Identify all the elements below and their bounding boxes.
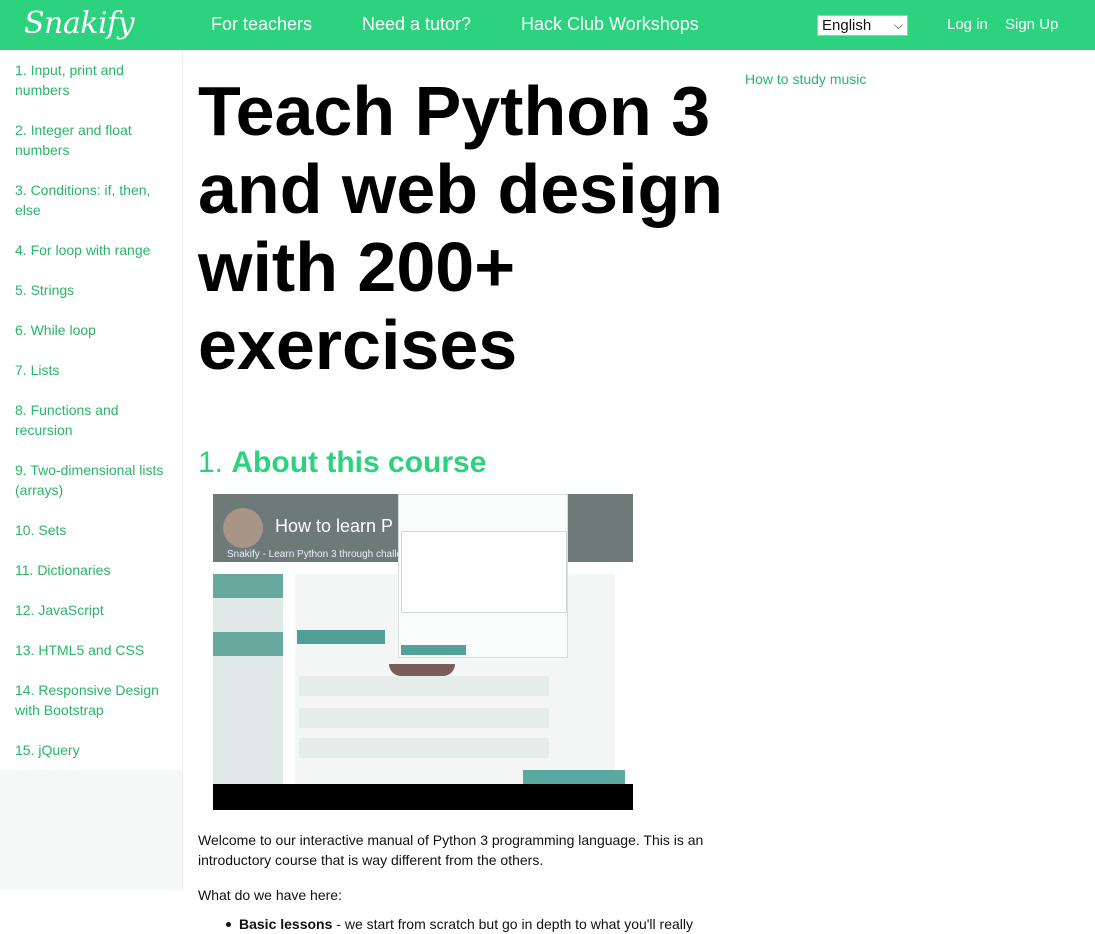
video-test-row [299,676,549,696]
video-sidebar-selected-item [213,632,283,656]
sidebar-item-conditions[interactable]: 3. Conditions: if, then, else [15,180,175,220]
video-help-button-graphic [523,770,625,784]
video-screen-sidebar [213,574,283,784]
video-overlay-button-graphic [401,645,466,655]
bullet-text: - we start from scratch but go in depth … [332,916,693,932]
video-code-overlay [398,494,568,658]
sidebar-item-integer-float[interactable]: 2. Integer and float numbers [15,120,175,160]
sidebar-item-2d-lists[interactable]: 9. Two-dimensional lists (arrays) [15,460,175,500]
video-check-button-graphic [297,630,385,644]
bullet-bold: Basic lessons [239,916,333,932]
sidebar-item-strings[interactable]: 5. Strings [15,280,175,300]
video-cursor-graphic [389,664,455,676]
video-bottom-bar [213,784,633,810]
sidebar-item-lists[interactable]: 7. Lists [15,360,175,380]
sidebar-item-functions[interactable]: 8. Functions and recursion [15,400,175,440]
bullet-dot [226,922,231,927]
sidebar-item-dictionaries[interactable]: 11. Dictionaries [15,560,175,580]
sidebar-item-javascript[interactable]: 12. JavaScript [15,600,175,620]
signup-link[interactable]: Sign Up [1005,16,1058,33]
login-link[interactable]: Log in [947,16,988,33]
snakify-logo[interactable]: Snakify [24,4,135,44]
sidebar-item-for-loop[interactable]: 4. For loop with range [15,240,175,260]
intro-paragraph: Welcome to our interactive manual of Pyt… [198,832,704,868]
video-test-row [299,738,549,758]
video-thumbnail[interactable]: How to learn P Snakify - Learn Python 3 … [213,494,633,810]
video-sidebar-active-item [213,574,283,598]
video-test-row [299,708,549,728]
language-select[interactable]: English ⌵ [817,15,908,36]
nav-for-teachers[interactable]: For teachers [211,14,312,35]
list-item: Basic lessons - we start from scratch bu… [226,914,693,934]
nav-need-a-tutor[interactable]: Need a tutor? [362,14,471,35]
section-title: About this course [231,446,487,479]
nav-hack-club-workshops[interactable]: Hack Club Workshops [521,14,699,35]
sidebar-item-html5-css[interactable]: 13. HTML5 and CSS [15,640,175,660]
section-number: 1. [198,446,224,479]
sidebar-item-jquery[interactable]: 15. jQuery [15,740,175,760]
section-heading: 1. About this course [198,446,486,480]
sidebar-item-input-print[interactable]: 1. Input, print and numbers [15,60,175,100]
video-code-editor [401,531,567,613]
chevron-down-icon: ⌵ [893,18,903,32]
sidebar-item-sets[interactable]: 10. Sets [15,520,175,540]
language-select-value: English [822,17,872,34]
what-we-have-text: What do we have here: [198,887,342,903]
channel-avatar [223,508,263,548]
sidebar-item-bootstrap[interactable]: 14. Responsive Design with Bootstrap [15,680,175,720]
sidebar: 1. Input, print and numbers 2. Integer a… [0,50,183,890]
sidebar-item-while-loop[interactable]: 6. While loop [15,320,175,340]
video-title: How to learn P [275,516,394,536]
how-to-study-music-link[interactable]: How to study music [745,71,866,87]
top-navbar: Snakify For teachers Need a tutor? Hack … [0,0,1095,50]
page-title: Teach Python 3 and web design with 200+ … [198,72,724,384]
